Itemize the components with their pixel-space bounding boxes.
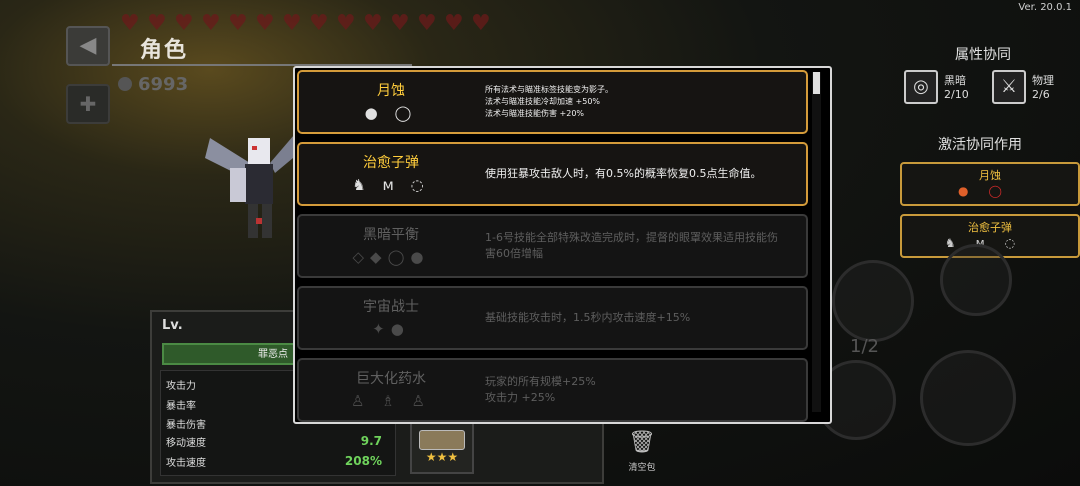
page-indicator: 1/2 (850, 336, 879, 357)
heart-icon: ♥ (282, 11, 302, 36)
synergy-name: 巨大化药水 (356, 371, 426, 387)
synergy-description: 基础技能攻击时，1.5秒内攻击速度+15% (485, 288, 801, 348)
level-label: Lv. (162, 318, 183, 333)
synergy-description-line: 法术与瞄准技能冷却加速 +50% (485, 97, 601, 106)
synergy-description-line: 攻击力 +25% (485, 391, 556, 404)
back-arrow-icon: ◀ (79, 33, 97, 58)
heart-icon: ♥ (417, 11, 437, 36)
coin-icon (118, 77, 132, 91)
stat-label: 暴击率 (166, 401, 196, 412)
stat-value: 9.7 (360, 434, 382, 448)
synergy-description-line: 玩家的所有规模+25% (485, 375, 596, 388)
heart-icon: ♥ (363, 11, 383, 36)
scrollbar-track[interactable] (812, 72, 821, 412)
synergy-item-icons: ♞ ᴍ ◌ (352, 176, 430, 194)
clear-bag-label: 清空包 (628, 463, 656, 473)
stat-row-move-speed: 移动速度 9.7 (166, 434, 390, 449)
active-synergy-title: 激活协同作用 (938, 137, 1022, 153)
stat-row-attack-speed: 攻击速度 208% (166, 454, 390, 469)
stat-label: 攻击速度 (166, 458, 206, 469)
ring-icon: ◯ (988, 184, 1022, 198)
page-title: 角色 (140, 38, 189, 63)
active-synergy-icons: ●◯ (902, 184, 1078, 198)
coin-amount: 6993 (138, 74, 189, 95)
stat-label: 移动速度 (166, 438, 206, 449)
rope-icon: ◌ (1004, 236, 1036, 250)
synergy-card[interactable]: 宇宙战士 ✦● 基础技能攻击时，1.5秒内攻击速度+15% (297, 286, 808, 350)
attr-count: 2/10 (944, 88, 969, 101)
version-label: Ver. 20.0.1 (1018, 2, 1072, 13)
heart-icon: ♥ (201, 11, 221, 36)
attr-name: 物理 (1032, 74, 1054, 87)
heart-icon: ♥ (471, 11, 491, 36)
synergy-item-icons: ✦● (372, 320, 410, 338)
experience-label: 罪恶点 (258, 349, 288, 360)
coin-counter: 6993 (118, 74, 188, 95)
synergy-description: 所有法术与瞄准标签技能变为影子。 法术与瞄准技能冷却加速 +50% 法术与瞄准技能伤… (485, 72, 801, 132)
synergy-description-line: 害60倍增幅 (485, 247, 543, 260)
health-hearts: ♥ ♥ ♥ ♥ ♥ ♥ ♥ ♥ ♥ ♥ ♥ ♥ ♥ ♥ (120, 11, 493, 36)
sword-icon: ⚔ (992, 70, 1026, 104)
clear-bag-button[interactable]: 🗑 清空包 (624, 430, 660, 480)
synergy-item-icons: ◇◆◯● (352, 248, 430, 266)
synergy-card[interactable]: 月蚀 ● ◯ 所有法术与瞄准标签技能变为影子。 法术与瞄准技能冷却加速 +50% 法术与… (297, 70, 808, 134)
barrel-icon (419, 430, 465, 450)
back-button[interactable]: ◀ (66, 26, 110, 66)
heart-icon: ♥ (147, 11, 167, 36)
skill-button-dash[interactable] (832, 260, 914, 342)
fireball-icon: ● (958, 184, 989, 198)
attr-name: 黑暗 (944, 74, 966, 87)
synergy-name: 治愈子弹 (363, 155, 419, 171)
heart-icon: ♥ (228, 11, 248, 36)
synergy-name: 月蚀 (377, 83, 405, 99)
heart-icon: ♥ (255, 11, 275, 36)
scrollbar-thumb[interactable] (813, 72, 820, 94)
stat-label: 暴击伤害 (166, 420, 206, 431)
active-synergy-name: 治愈子弹 (968, 221, 1012, 234)
skill-button-sun[interactable] (940, 244, 1012, 316)
attr-count: 2/6 (1032, 88, 1050, 101)
heart-icon: ♥ (174, 11, 194, 36)
inventory-slot[interactable]: ★★★ (410, 420, 474, 474)
heart-icon: ♥ (336, 11, 356, 36)
stat-label: 攻击力 (166, 381, 196, 392)
synergy-card[interactable]: 治愈子弹 ♞ ᴍ ◌ 使用狂暴攻击敌人时，有0.5%的概率恢复0.5点生命值。 (297, 142, 808, 206)
attack-button[interactable] (920, 350, 1016, 446)
heart-icon: ♥ (120, 11, 140, 36)
heart-icon: ♥ (390, 11, 410, 36)
gear-icon: ✚ (79, 92, 97, 116)
settings-button[interactable]: ✚ (66, 84, 110, 124)
synergy-card[interactable]: 巨大化药水 ♙ ♗ ♙ 玩家的所有规模+25% 攻击力 +25% (297, 358, 808, 422)
attribute-synergy-title: 属性协同 (955, 47, 1011, 63)
synergy-item-icons: ● ◯ (364, 104, 418, 122)
attr-physical: 物理 2/6 (1032, 74, 1054, 102)
synergy-name: 黑暗平衡 (363, 227, 419, 243)
synergy-description: 1-6号技能全部特殊改造完成时，提督的眼罩效果适用技能伤 害60倍增幅 (485, 216, 801, 276)
attr-dark: 黑暗 2/10 (944, 74, 969, 102)
synergy-card[interactable]: 黑暗平衡 ◇◆◯● 1-6号技能全部特殊改造完成时，提督的眼罩效果适用技能伤 害60倍… (297, 214, 808, 278)
active-synergy-name: 月蚀 (979, 169, 1001, 182)
heart-icon: ♥ (309, 11, 329, 36)
synergy-item-icons: ♙ ♗ ♙ (351, 392, 431, 410)
heart-icon: ♥ (444, 11, 464, 36)
synergy-description-line: 基础技能攻击时，1.5秒内攻击速度+15% (485, 311, 691, 324)
stat-value: 208% (344, 454, 382, 468)
active-synergy-moon-eclipse[interactable]: 月蚀 ●◯ (900, 162, 1080, 206)
synergy-description: 使用狂暴攻击敌人时，有0.5%的概率恢复0.5点生命值。 (485, 144, 801, 204)
synergy-description-line: 1-6号技能全部特殊改造完成时，提督的眼罩效果适用技能伤 (485, 231, 778, 244)
dark-swirl-icon: ◎ (904, 70, 938, 104)
star-rating-icon: ★★★ (425, 450, 459, 464)
synergy-name: 宇宙战士 (363, 299, 419, 315)
synergy-description-line: 法术与瞄准技能伤害 +20% (485, 109, 585, 118)
synergy-description-line: 使用狂暴攻击敌人时，有0.5%的概率恢复0.5点生命值。 (485, 167, 762, 180)
synergy-description-line: 所有法术与瞄准标签技能变为影子。 (485, 85, 613, 94)
trash-icon: 🗑 (628, 430, 656, 455)
synergy-description: 玩家的所有规模+25% 攻击力 +25% (485, 360, 801, 420)
